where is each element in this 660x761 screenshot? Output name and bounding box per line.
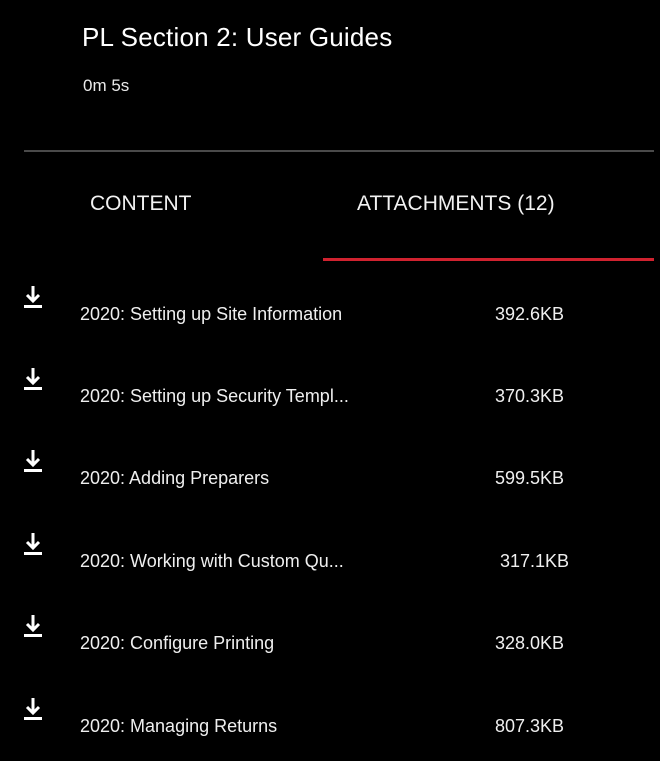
attachment-size: 807.3KB <box>495 716 565 736</box>
attachment-name[interactable]: 2020: Configure Printing <box>80 633 274 654</box>
download-icon[interactable] <box>24 450 42 474</box>
attachment-size: 317.1KB <box>500 551 570 571</box>
list-item[interactable]: 2020: Configure Printing 328.0KB <box>0 595 660 655</box>
attachment-size: 392.6KB <box>495 304 565 324</box>
attachment-name[interactable]: 2020: Managing Returns <box>80 716 277 737</box>
page-title: PL Section 2: User Guides <box>82 22 393 52</box>
download-icon[interactable] <box>24 615 42 639</box>
active-tab-indicator <box>323 258 654 261</box>
tab-bar: CONTENT ATTACHMENTS (12) <box>0 152 660 264</box>
list-item[interactable]: 2020: Adding Preparers 599.5KB <box>0 430 660 490</box>
download-icon[interactable] <box>24 533 42 557</box>
attachment-name[interactable]: 2020: Adding Preparers <box>80 468 269 489</box>
download-icon[interactable] <box>24 368 42 392</box>
list-item[interactable]: 2020: Setting up Security Templ... 370.3… <box>0 348 660 408</box>
attachment-name[interactable]: 2020: Setting up Security Templ... <box>80 386 349 407</box>
attachment-name[interactable]: 2020: Setting up Site Information <box>80 304 342 325</box>
list-item[interactable]: 2020: Working with Custom Qu... 317.1KB <box>0 513 660 573</box>
duration-label: 0m 5s <box>83 76 130 95</box>
course-header: PL Section 2: User Guides 0m 5s <box>0 0 660 150</box>
list-item[interactable]: 2020: Managing Returns 807.3KB <box>0 678 660 738</box>
tab-content[interactable]: CONTENT <box>90 192 192 216</box>
tab-attachments[interactable]: ATTACHMENTS (12) <box>357 192 555 216</box>
attachment-size: 328.0KB <box>495 633 565 653</box>
download-icon[interactable] <box>24 698 42 722</box>
download-icon[interactable] <box>24 286 42 310</box>
attachment-size: 599.5KB <box>495 468 565 488</box>
list-item[interactable]: 2020: Setting up Site Information 392.6K… <box>0 266 660 326</box>
attachment-size: 370.3KB <box>495 386 565 406</box>
attachment-name[interactable]: 2020: Working with Custom Qu... <box>80 551 344 572</box>
